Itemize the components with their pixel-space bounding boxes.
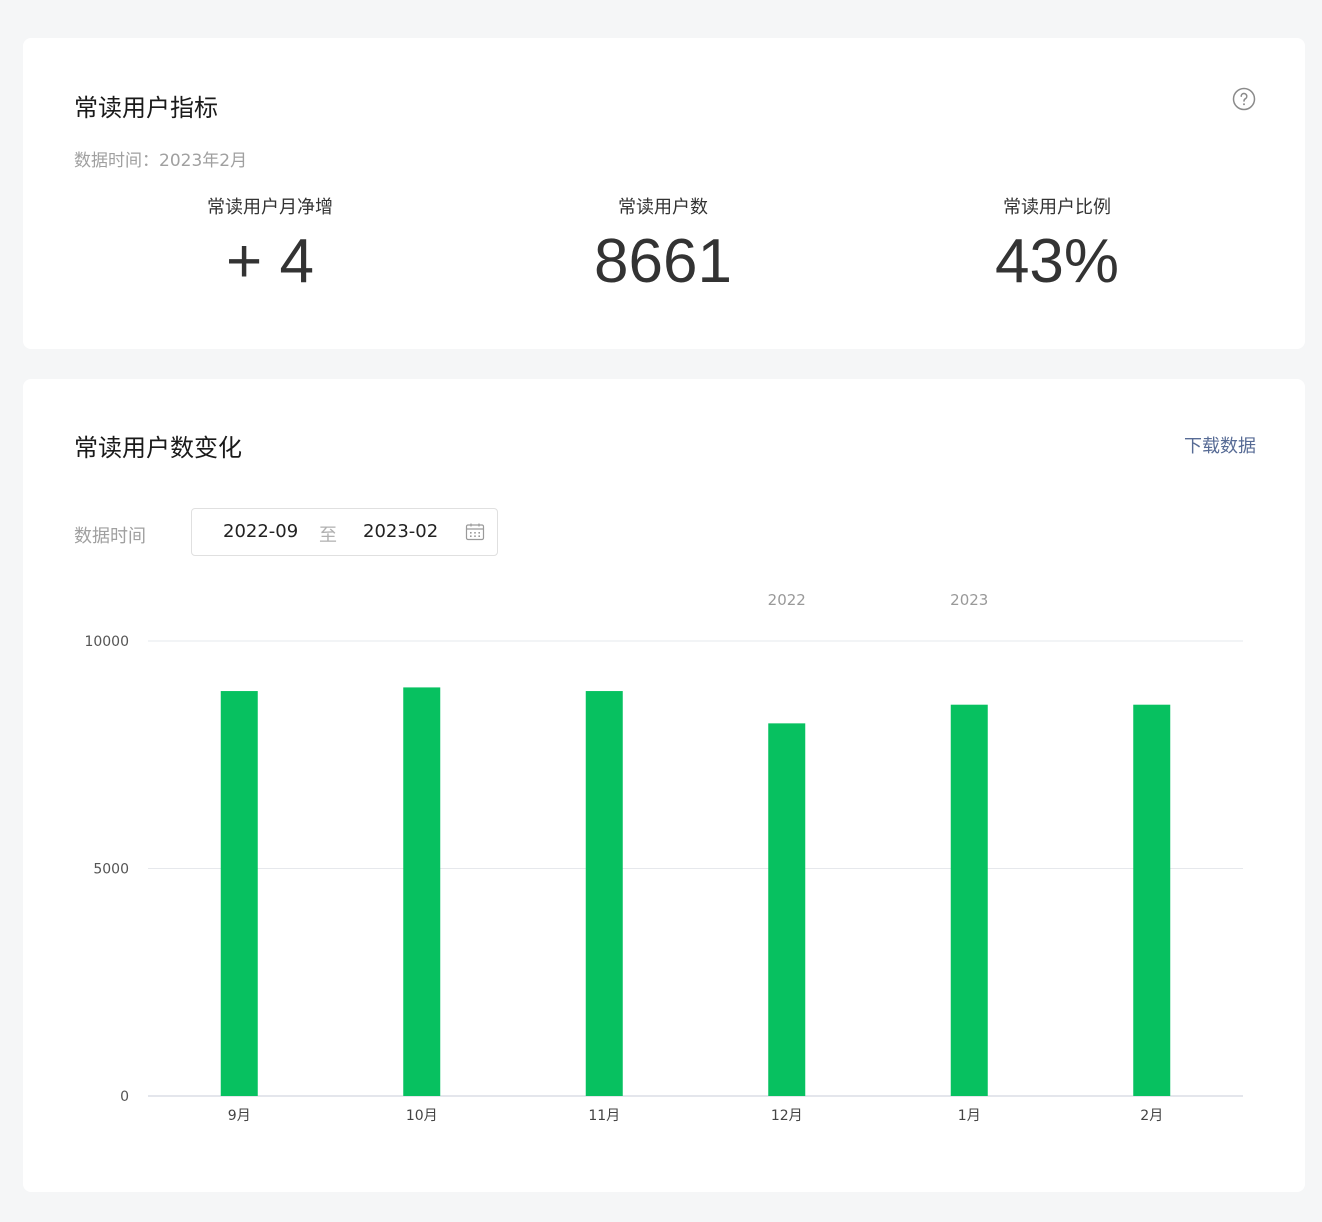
x-tick-label: 1月 <box>958 1108 981 1124</box>
bar-2[interactable] <box>403 687 441 1096</box>
bar-1[interactable] <box>220 691 258 1096</box>
year-label: 2023 <box>950 591 988 609</box>
metric-user-count: 常读用户数 8661 <box>513 193 813 293</box>
bar-4[interactable] <box>768 723 806 1096</box>
x-tick-label: 11月 <box>588 1108 620 1124</box>
metric-user-ratio: 常读用户比例 43% <box>907 193 1207 293</box>
x-tick-label: 2月 <box>1140 1108 1163 1124</box>
question-circle-icon[interactable] <box>1232 87 1256 111</box>
metric-value: 8661 <box>594 227 732 296</box>
metric-label: 常读用户数 <box>618 197 708 218</box>
metric-value: 43% <box>994 227 1120 296</box>
metric-label: 常读用户比例 <box>1003 197 1111 218</box>
bar-3[interactable] <box>585 691 623 1096</box>
indicators-card: 常读用户指标 数据时间：2023年2月 常读用户月净增 + 4 常读用户数 86… <box>23 38 1305 349</box>
y-tick-label: 5000 <box>93 862 129 878</box>
metric-label: 常读用户月净增 <box>207 197 333 218</box>
bar-6[interactable] <box>1133 704 1171 1096</box>
metric-net-increase: 常读用户月净增 + 4 <box>120 193 420 293</box>
x-tick-label: 10月 <box>406 1108 438 1124</box>
trend-card: 常读用户数变化 下载数据 数据时间 2022-09 至 2023-02 0 500… <box>23 379 1305 1192</box>
metric-value: + 4 <box>226 227 314 296</box>
year-label: 2022 <box>768 591 806 609</box>
x-tick-label: 9月 <box>228 1108 251 1124</box>
bar-5[interactable] <box>950 704 988 1096</box>
x-tick-label: 12月 <box>771 1108 803 1124</box>
y-tick-label: 10000 <box>84 634 129 650</box>
indicators-title: 常读用户指标 <box>74 94 218 122</box>
user-count-bar-chart: 0 5000 10000 9月 10月 11月 12月 1月 2月 2022 2023 <box>84 591 1243 1124</box>
y-tick-label: 0 <box>120 1089 129 1105</box>
data-time-label: 数据时间：2023年2月 <box>74 151 248 171</box>
